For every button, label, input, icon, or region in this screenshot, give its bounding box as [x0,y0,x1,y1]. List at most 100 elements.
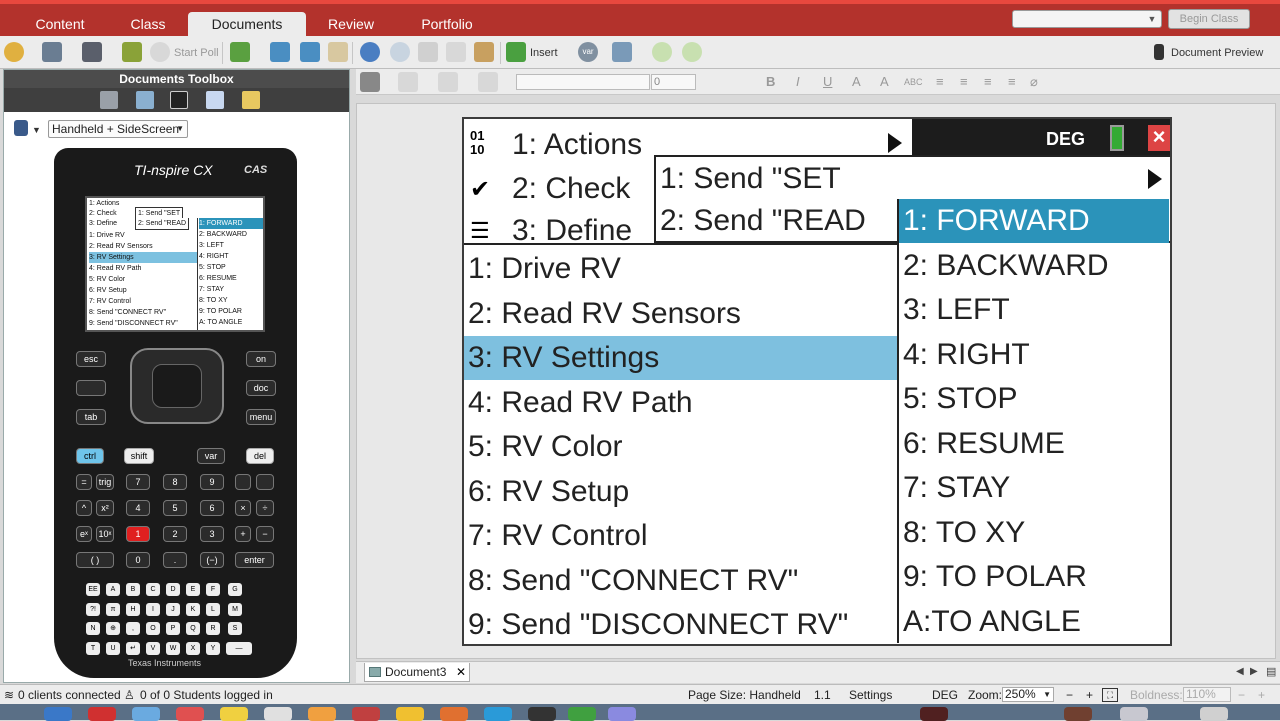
letter-key[interactable]: π [106,602,120,616]
rv-menu-item[interactable]: 2: Read RV Sensors [464,292,741,336]
key-3[interactable]: 3 [200,526,224,542]
exp-key[interactable]: eˣ [76,526,92,542]
rv-menu-item[interactable]: 8: Send "CONNECT RV" [464,559,798,603]
key-7[interactable]: 7 [126,474,150,490]
handheld-view-icon[interactable] [14,120,28,136]
letter-key[interactable]: V [146,641,160,655]
letter-key[interactable]: X [186,641,200,655]
letter-key[interactable]: A [106,583,120,596]
class-select[interactable]: ▼ [1012,10,1162,28]
letter-key[interactable]: H [126,602,140,616]
handheld-send-icon[interactable] [82,42,102,62]
letter-key[interactable]: S [228,622,242,635]
rv-settings-item[interactable]: 6: RESUME [899,422,1169,466]
letter-key[interactable]: Q [186,622,200,635]
app-icon[interactable] [608,707,636,721]
handheld-screen[interactable]: 1: Actions 2: Check 3: Define 1: Drive R… [85,196,265,332]
letter-key[interactable]: P [166,622,180,635]
content-explorer-icon[interactable] [242,91,260,109]
rv-menu-item[interactable]: 4: Read RV Path [464,381,693,425]
letter-key[interactable]: D [166,583,180,596]
letter-key[interactable]: M [228,602,242,616]
menu-actions[interactable]: 1: Actions [512,123,642,167]
letter-key[interactable]: N [86,622,100,635]
letter-key[interactable]: G [228,583,242,596]
negative-key[interactable]: (−) [200,552,224,568]
tab-class[interactable]: Class [110,12,186,36]
dot-key[interactable]: . [163,552,187,568]
tab-list-icon[interactable]: ▤ [1266,665,1276,678]
key-6[interactable]: 6 [200,500,224,516]
rv-menu-item[interactable]: 7: RV Control [464,514,648,558]
letter-key[interactable]: R [206,622,220,635]
send-read[interactable]: 2: Send "READ [660,199,866,243]
user-icon[interactable] [4,42,24,62]
rv-settings-item[interactable]: 4: RIGHT [899,333,1169,377]
document-preview-menu[interactable]: Document Preview [1171,43,1263,63]
rv-settings-item[interactable]: 5: STOP [899,377,1169,421]
rv-settings-item[interactable]: 2: BACKWARD [899,244,1169,288]
letter-key[interactable]: U [106,641,120,655]
next-tab-icon[interactable]: ▶ [1250,666,1258,677]
esc-key[interactable]: esc [76,351,106,367]
rv-menu-item[interactable]: 3: RV Settings [464,336,897,380]
boldness-select[interactable]: 110% [1183,687,1231,702]
page-sorter-icon[interactable] [136,91,154,109]
key-4[interactable]: 4 [126,500,150,516]
ten-power-key[interactable]: 10ˣ [96,526,114,542]
utilities-icon[interactable] [206,91,224,109]
open-icon[interactable] [270,42,290,62]
touchpad-center[interactable] [152,364,202,408]
letter-key[interactable]: C [146,583,160,596]
prev-tab-icon[interactable]: ◀ [1236,666,1244,677]
tools-icon[interactable] [360,72,380,92]
notes-icon[interactable] [220,707,248,721]
app-icon[interactable] [568,707,596,721]
rv-settings-item[interactable]: A:TO ANGLE [899,600,1169,644]
photos-icon[interactable] [308,707,336,721]
key-2[interactable]: 2 [163,526,187,542]
key-0[interactable]: 0 [126,552,150,568]
forward-arrow-icon[interactable] [682,42,702,62]
app-icon[interactable] [528,707,556,721]
letter-key[interactable]: T [86,641,100,655]
app-icon[interactable] [440,707,468,721]
rv-settings-item[interactable]: 7: STAY [899,466,1169,510]
letter-key[interactable]: EE [86,583,100,596]
paste-icon[interactable] [474,42,494,62]
zoom-out-icon[interactable]: − [1066,688,1073,702]
layout-icon[interactable] [612,42,632,62]
boldness-up-icon[interactable]: + [1258,688,1265,702]
letter-key[interactable]: B [126,583,140,596]
letter-key[interactable]: L [206,602,220,616]
rv-menu-item[interactable]: 5: RV Color [464,425,623,469]
tab-key[interactable]: tab [76,409,106,425]
cut-icon[interactable] [418,42,438,62]
boldness-down-icon[interactable]: − [1238,688,1245,702]
square-key[interactable]: x² [96,500,114,516]
multiply-key[interactable]: × [235,500,251,516]
divide-key[interactable]: ÷ [256,500,274,516]
rv-settings-item[interactable]: 9: TO POLAR [899,555,1169,599]
letter-key[interactable]: E [186,583,200,596]
letter-key[interactable]: , [126,622,140,635]
eraser-icon[interactable]: ⌀ [1030,74,1038,90]
catalog-key[interactable] [256,474,274,490]
copy-icon[interactable] [446,42,466,62]
trig-key[interactable]: trig [96,474,114,490]
menu-check[interactable]: 2: Check [512,167,630,211]
tab-review[interactable]: Review [316,12,386,36]
font-size-select[interactable]: 0 [651,74,696,90]
tab-content[interactable]: Content [20,12,100,36]
close-icon[interactable]: × [1148,125,1170,151]
tools-icon[interactable] [100,91,118,109]
space-key[interactable]: — [226,642,252,655]
tab-portfolio[interactable]: Portfolio [400,12,494,36]
shift-key[interactable]: shift [124,448,154,464]
key-9[interactable]: 9 [200,474,224,490]
document-icon[interactable] [328,42,348,62]
caret-key[interactable]: ^ [76,500,92,516]
zoom-in-icon[interactable]: + [1086,688,1093,702]
app-icon[interactable] [396,707,424,721]
chevron-down-icon[interactable]: ▼ [32,120,41,140]
